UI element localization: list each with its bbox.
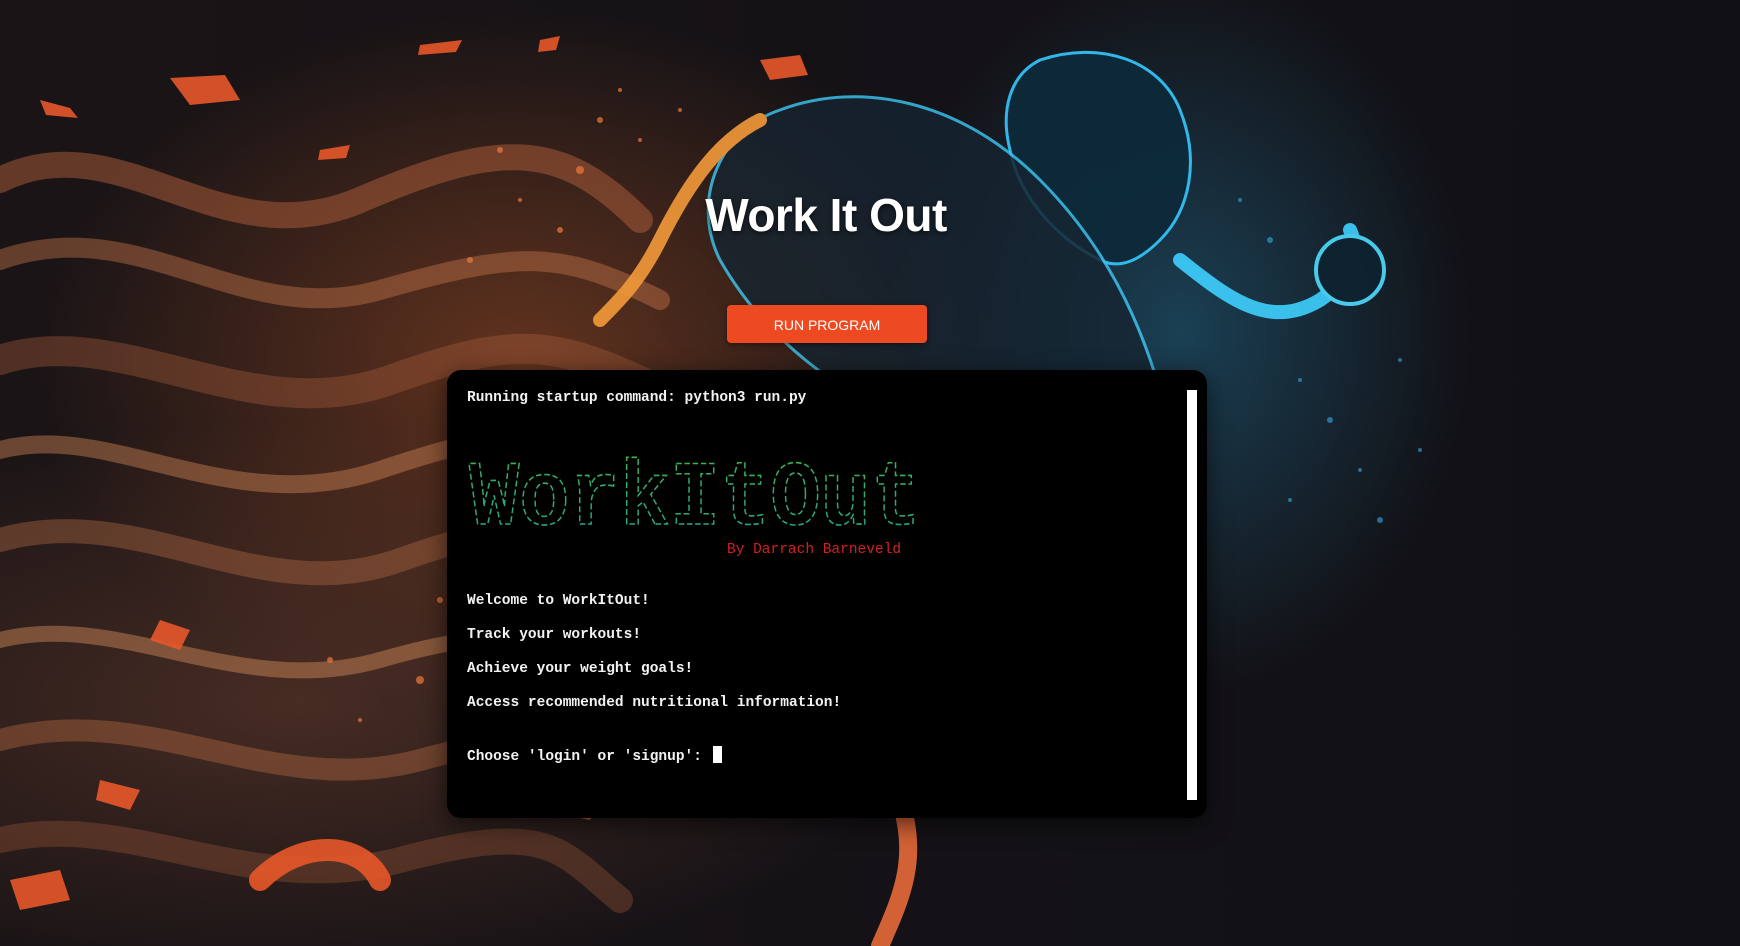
prompt-text: Choose 'login' or 'signup': <box>467 749 711 765</box>
block-cursor-icon <box>712 746 722 763</box>
page-title: Work It Out <box>705 189 947 241</box>
welcome-line-1: Welcome to WorkItOut! <box>467 593 650 609</box>
terminal-window[interactable]: Running startup command: python3 run.py … <box>447 370 1207 818</box>
page: Work It Out RUN PROGRAM Running startup … <box>0 0 1740 946</box>
run-program-button[interactable]: RUN PROGRAM <box>727 305 927 343</box>
login-signup-prompt[interactable]: Choose 'login' or 'signup': <box>467 746 722 765</box>
workitout-ascii-logo: WorkItOut <box>468 446 922 536</box>
ascii-logo-text: WorkItOut <box>469 447 921 536</box>
welcome-line-3: Achieve your weight goals! <box>467 661 694 677</box>
author-byline: By Darrach Barneveld <box>727 542 902 558</box>
startup-command-line: Running startup command: python3 run.py <box>467 390 807 406</box>
welcome-line-4: Access recommended nutritional informati… <box>467 695 842 711</box>
terminal-scrollbar[interactable] <box>1187 390 1197 800</box>
welcome-line-2: Track your workouts! <box>467 627 642 643</box>
